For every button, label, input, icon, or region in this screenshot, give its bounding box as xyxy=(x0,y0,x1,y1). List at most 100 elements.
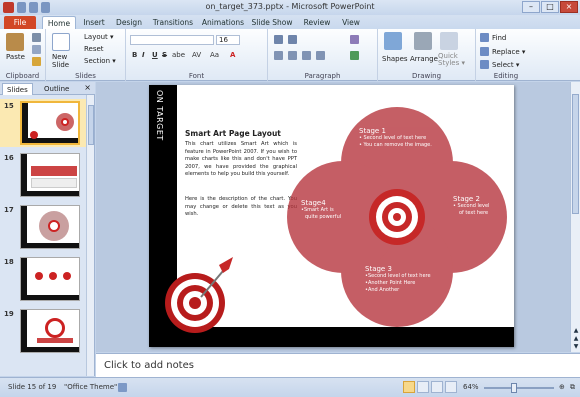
tab-slides[interactable]: Slides xyxy=(2,83,33,95)
thumb-number: 19 xyxy=(4,310,14,318)
text-direction-icon[interactable] xyxy=(350,35,359,44)
maximize-button[interactable]: □ xyxy=(541,1,559,13)
slide-editor: ON TARGET Smart Art Page Layout This cha… xyxy=(96,82,570,352)
stage-4-text[interactable]: Stage4 •Smart Art is quite powerful xyxy=(301,199,341,221)
zoom-slider[interactable] xyxy=(484,387,554,389)
slide-thumbnail-17[interactable]: 17 xyxy=(0,203,86,251)
section-button[interactable]: Section ▾ xyxy=(84,57,116,65)
fit-to-window-icon[interactable]: ⧉ xyxy=(570,383,575,392)
underline-button[interactable]: U xyxy=(152,51,158,59)
slide-counter: Slide 15 of 19 xyxy=(8,383,57,391)
replace-icon[interactable] xyxy=(480,47,489,56)
tab-outline[interactable]: Outline xyxy=(40,83,73,95)
spellcheck-icon[interactable] xyxy=(118,383,127,392)
new-slide-button[interactable]: New Slide xyxy=(52,53,69,69)
title-bar: on_target_373.pptx - Microsoft PowerPoin… xyxy=(0,0,580,15)
drawing-label: Drawing xyxy=(411,72,442,80)
slide-thumbnail-16[interactable]: 16 xyxy=(0,151,86,199)
find-button[interactable]: Find xyxy=(492,34,506,42)
zoom-slider-handle[interactable] xyxy=(511,383,517,393)
ribbon-tabs: File Home Insert Design Transitions Anim… xyxy=(0,15,580,29)
paste-button[interactable]: Paste xyxy=(6,53,25,61)
layout-button[interactable]: Layout ▾ xyxy=(84,33,114,41)
new-slide-icon[interactable] xyxy=(52,33,70,51)
format-painter-icon[interactable] xyxy=(32,57,41,66)
tab-transitions[interactable]: Transitions xyxy=(150,16,196,29)
reading-view-button[interactable] xyxy=(431,381,443,393)
justify-icon[interactable] xyxy=(316,51,325,60)
tab-home[interactable]: Home xyxy=(42,16,76,29)
align-left-icon[interactable] xyxy=(274,51,283,60)
slide-vertical-title: ON TARGET xyxy=(155,90,164,141)
clipboard-label: Clipboard xyxy=(5,72,40,80)
panel-scrollbar[interactable] xyxy=(86,95,94,376)
shapes-icon[interactable] xyxy=(384,32,402,50)
select-button[interactable]: Select ▾ xyxy=(492,61,519,69)
change-case-button[interactable]: Aa xyxy=(210,51,219,59)
cut-icon[interactable] xyxy=(32,33,41,42)
theme-name[interactable]: "Office Theme" xyxy=(64,383,117,391)
close-button[interactable]: × xyxy=(560,1,578,13)
status-bar: Slide 15 of 19 "Office Theme" 64% ⊕ ⧉ xyxy=(0,377,580,397)
font-size-field[interactable]: 16 xyxy=(216,35,240,45)
stage-1-text[interactable]: Stage 1 • Second level of text here • Yo… xyxy=(359,127,432,149)
shapes-button[interactable]: Shapes xyxy=(382,55,408,63)
slide-thumbnail-15[interactable]: 15 xyxy=(0,99,86,147)
panel-scroll-thumb[interactable] xyxy=(88,105,94,145)
group-font: 16 B I U S abe AV Aa A Font xyxy=(126,29,268,81)
slide-sorter-view-button[interactable] xyxy=(417,381,429,393)
replace-button[interactable]: Replace ▾ xyxy=(492,48,525,56)
char-spacing-button[interactable]: AV xyxy=(192,51,201,59)
slide-paragraph-2[interactable]: Here is the description of the chart. Yo… xyxy=(185,196,297,219)
smartart-icon[interactable] xyxy=(350,51,359,60)
normal-view-button[interactable] xyxy=(403,381,415,393)
stage-2-text[interactable]: Stage 2 • Second level of text here xyxy=(453,195,489,217)
zoom-level[interactable]: 64% xyxy=(463,383,479,391)
quick-styles-icon[interactable] xyxy=(440,32,458,50)
slide-thumbnail-18[interactable]: 18 xyxy=(0,255,86,303)
find-icon[interactable] xyxy=(480,33,489,42)
zoom-in-icon[interactable]: ⊕ xyxy=(559,383,565,391)
tab-review[interactable]: Review xyxy=(300,16,334,29)
quick-styles-button[interactable]: Quick Styles ▾ xyxy=(438,53,465,67)
font-name-field[interactable] xyxy=(130,35,214,45)
thumb-number: 17 xyxy=(4,206,14,214)
tab-file[interactable]: File xyxy=(4,16,36,29)
panel-close-icon[interactable]: × xyxy=(84,83,91,92)
slide-canvas[interactable]: ON TARGET Smart Art Page Layout This cha… xyxy=(149,85,514,347)
italic-button[interactable]: I xyxy=(142,51,145,59)
notes-pane[interactable]: Click to add notes xyxy=(96,353,580,377)
dart-target-image[interactable] xyxy=(157,253,247,343)
reset-button[interactable]: Reset xyxy=(84,45,104,53)
tab-insert[interactable]: Insert xyxy=(78,16,110,29)
tab-design[interactable]: Design xyxy=(112,16,146,29)
numbering-icon[interactable] xyxy=(288,35,297,44)
arrange-button[interactable]: Arrange xyxy=(410,55,438,63)
font-color-button[interactable]: A xyxy=(230,51,235,59)
shadow-button[interactable]: abe xyxy=(172,51,185,59)
strikethrough-button[interactable]: S xyxy=(162,51,167,59)
slideshow-view-button[interactable] xyxy=(445,381,457,393)
thumb-image xyxy=(20,309,80,353)
bullets-icon[interactable] xyxy=(274,35,283,44)
bold-button[interactable]: B xyxy=(132,51,137,59)
select-icon[interactable] xyxy=(480,60,489,69)
editing-label: Editing xyxy=(493,72,519,80)
tab-slide-show[interactable]: Slide Show xyxy=(250,16,294,29)
align-center-icon[interactable] xyxy=(288,51,297,60)
copy-icon[interactable] xyxy=(32,45,41,54)
editor-scroll-thumb[interactable] xyxy=(572,94,579,214)
slide-heading[interactable]: Smart Art Page Layout xyxy=(185,129,281,138)
thumb-image xyxy=(20,257,80,301)
paste-icon[interactable] xyxy=(6,33,24,51)
tab-view[interactable]: View xyxy=(338,16,364,29)
arrange-icon[interactable] xyxy=(414,32,432,50)
slide-nav-buttons[interactable]: ▲ ▲ ▼ xyxy=(571,327,580,351)
editor-scrollbar[interactable]: ▲ ▲ ▼ xyxy=(570,82,580,352)
align-right-icon[interactable] xyxy=(302,51,311,60)
stage-3-text[interactable]: Stage 3 •Second level of text here •Anot… xyxy=(365,265,431,294)
slide-thumbnail-19[interactable]: 19 xyxy=(0,307,86,355)
minimize-button[interactable]: – xyxy=(522,1,540,13)
slide-paragraph-1[interactable]: This chart utilizes Smart Art which is f… xyxy=(185,141,297,179)
tab-animations[interactable]: Animations xyxy=(200,16,246,29)
